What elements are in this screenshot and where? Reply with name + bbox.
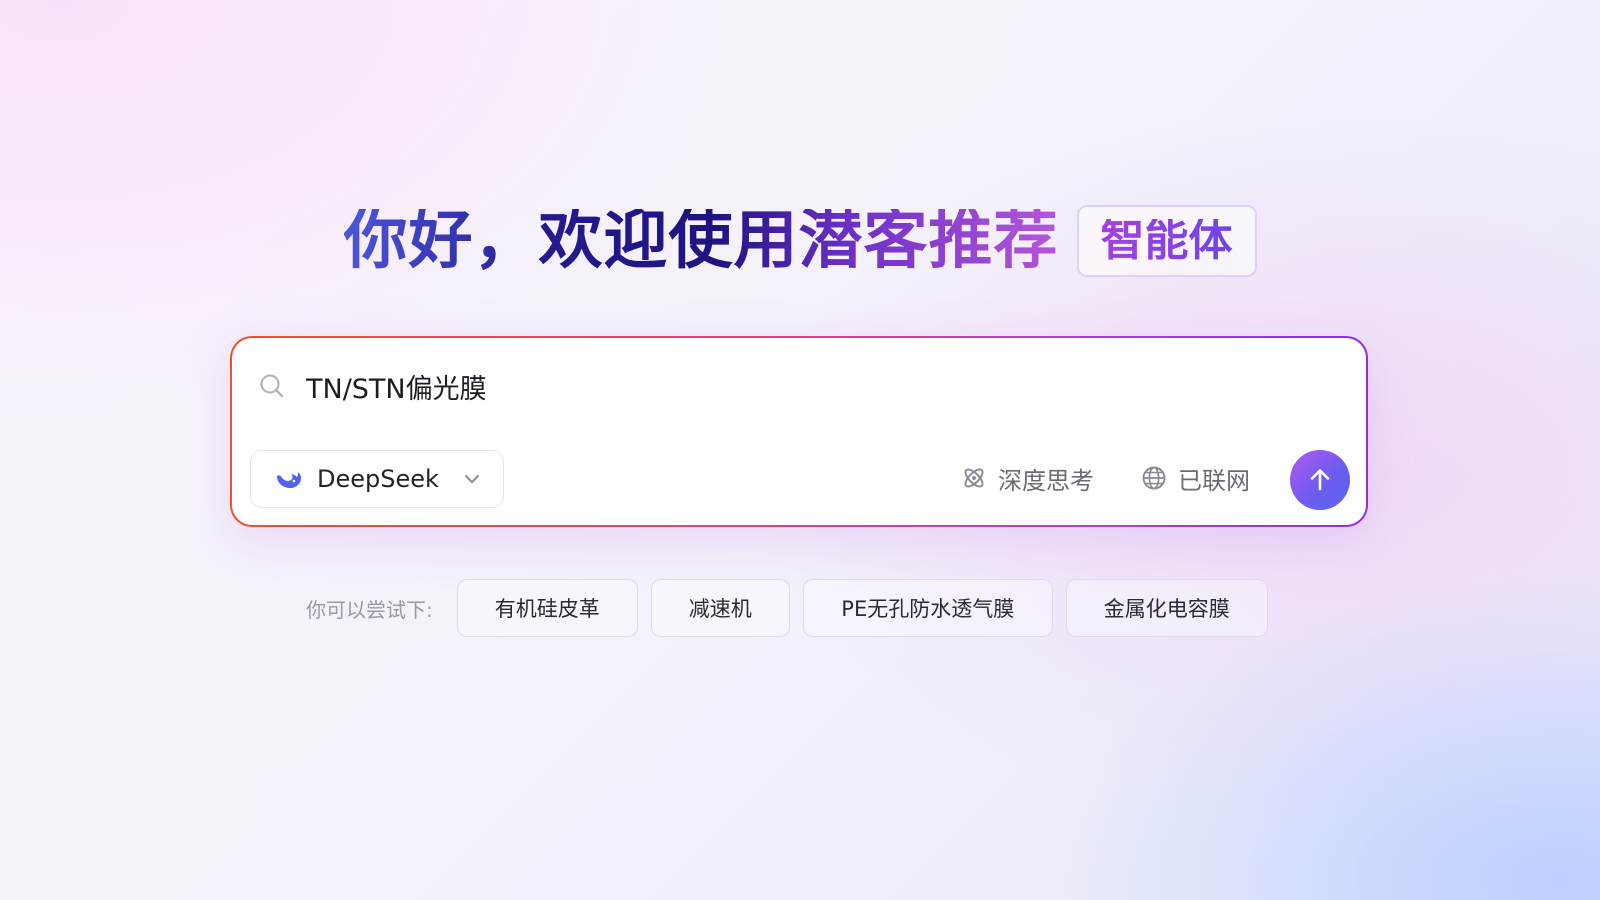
search-icon xyxy=(260,374,284,398)
model-select[interactable]: DeepSeek xyxy=(250,450,504,508)
search-input[interactable] xyxy=(306,364,1286,408)
model-select-label: DeepSeek xyxy=(317,465,439,493)
web-search-toggle[interactable]: 已联网 xyxy=(1140,456,1250,500)
suggestion-chip[interactable]: PE无孔防水透气膜 xyxy=(802,579,1053,637)
arrow-up-icon xyxy=(1310,469,1330,491)
page-title: 你好，欢迎使用潜客推荐 xyxy=(343,204,1059,278)
suggestion-chip[interactable]: 有机硅皮革 xyxy=(456,579,638,637)
agent-badge-label: 智能体 xyxy=(1100,215,1233,266)
deepseek-whale-icon xyxy=(277,472,301,488)
suggestion-chip[interactable]: 减速机 xyxy=(650,579,790,637)
search-card: DeepSeek 深度思考 已联网 xyxy=(230,336,1368,527)
web-search-label: 已联网 xyxy=(1178,466,1250,495)
agent-badge: 智能体 xyxy=(1076,205,1257,277)
suggestion-chip[interactable]: 金属化电容膜 xyxy=(1065,579,1268,637)
deep-think-toggle[interactable]: 深度思考 xyxy=(960,456,1094,500)
headline: 你好，欢迎使用潜客推荐 智能体 xyxy=(0,198,1600,284)
globe-icon xyxy=(1142,466,1166,490)
chevron-down-icon xyxy=(465,475,479,483)
deep-think-label: 深度思考 xyxy=(998,466,1094,495)
suggestions: 你可以尝试下: 有机硅皮革 减速机 PE无孔防水透气膜 金属化电容膜 xyxy=(306,579,1281,637)
search-card-body: DeepSeek 深度思考 已联网 xyxy=(232,338,1366,525)
suggestions-label: 你可以尝试下: xyxy=(306,597,433,622)
atom-icon xyxy=(964,468,984,488)
send-button[interactable] xyxy=(1290,450,1350,510)
